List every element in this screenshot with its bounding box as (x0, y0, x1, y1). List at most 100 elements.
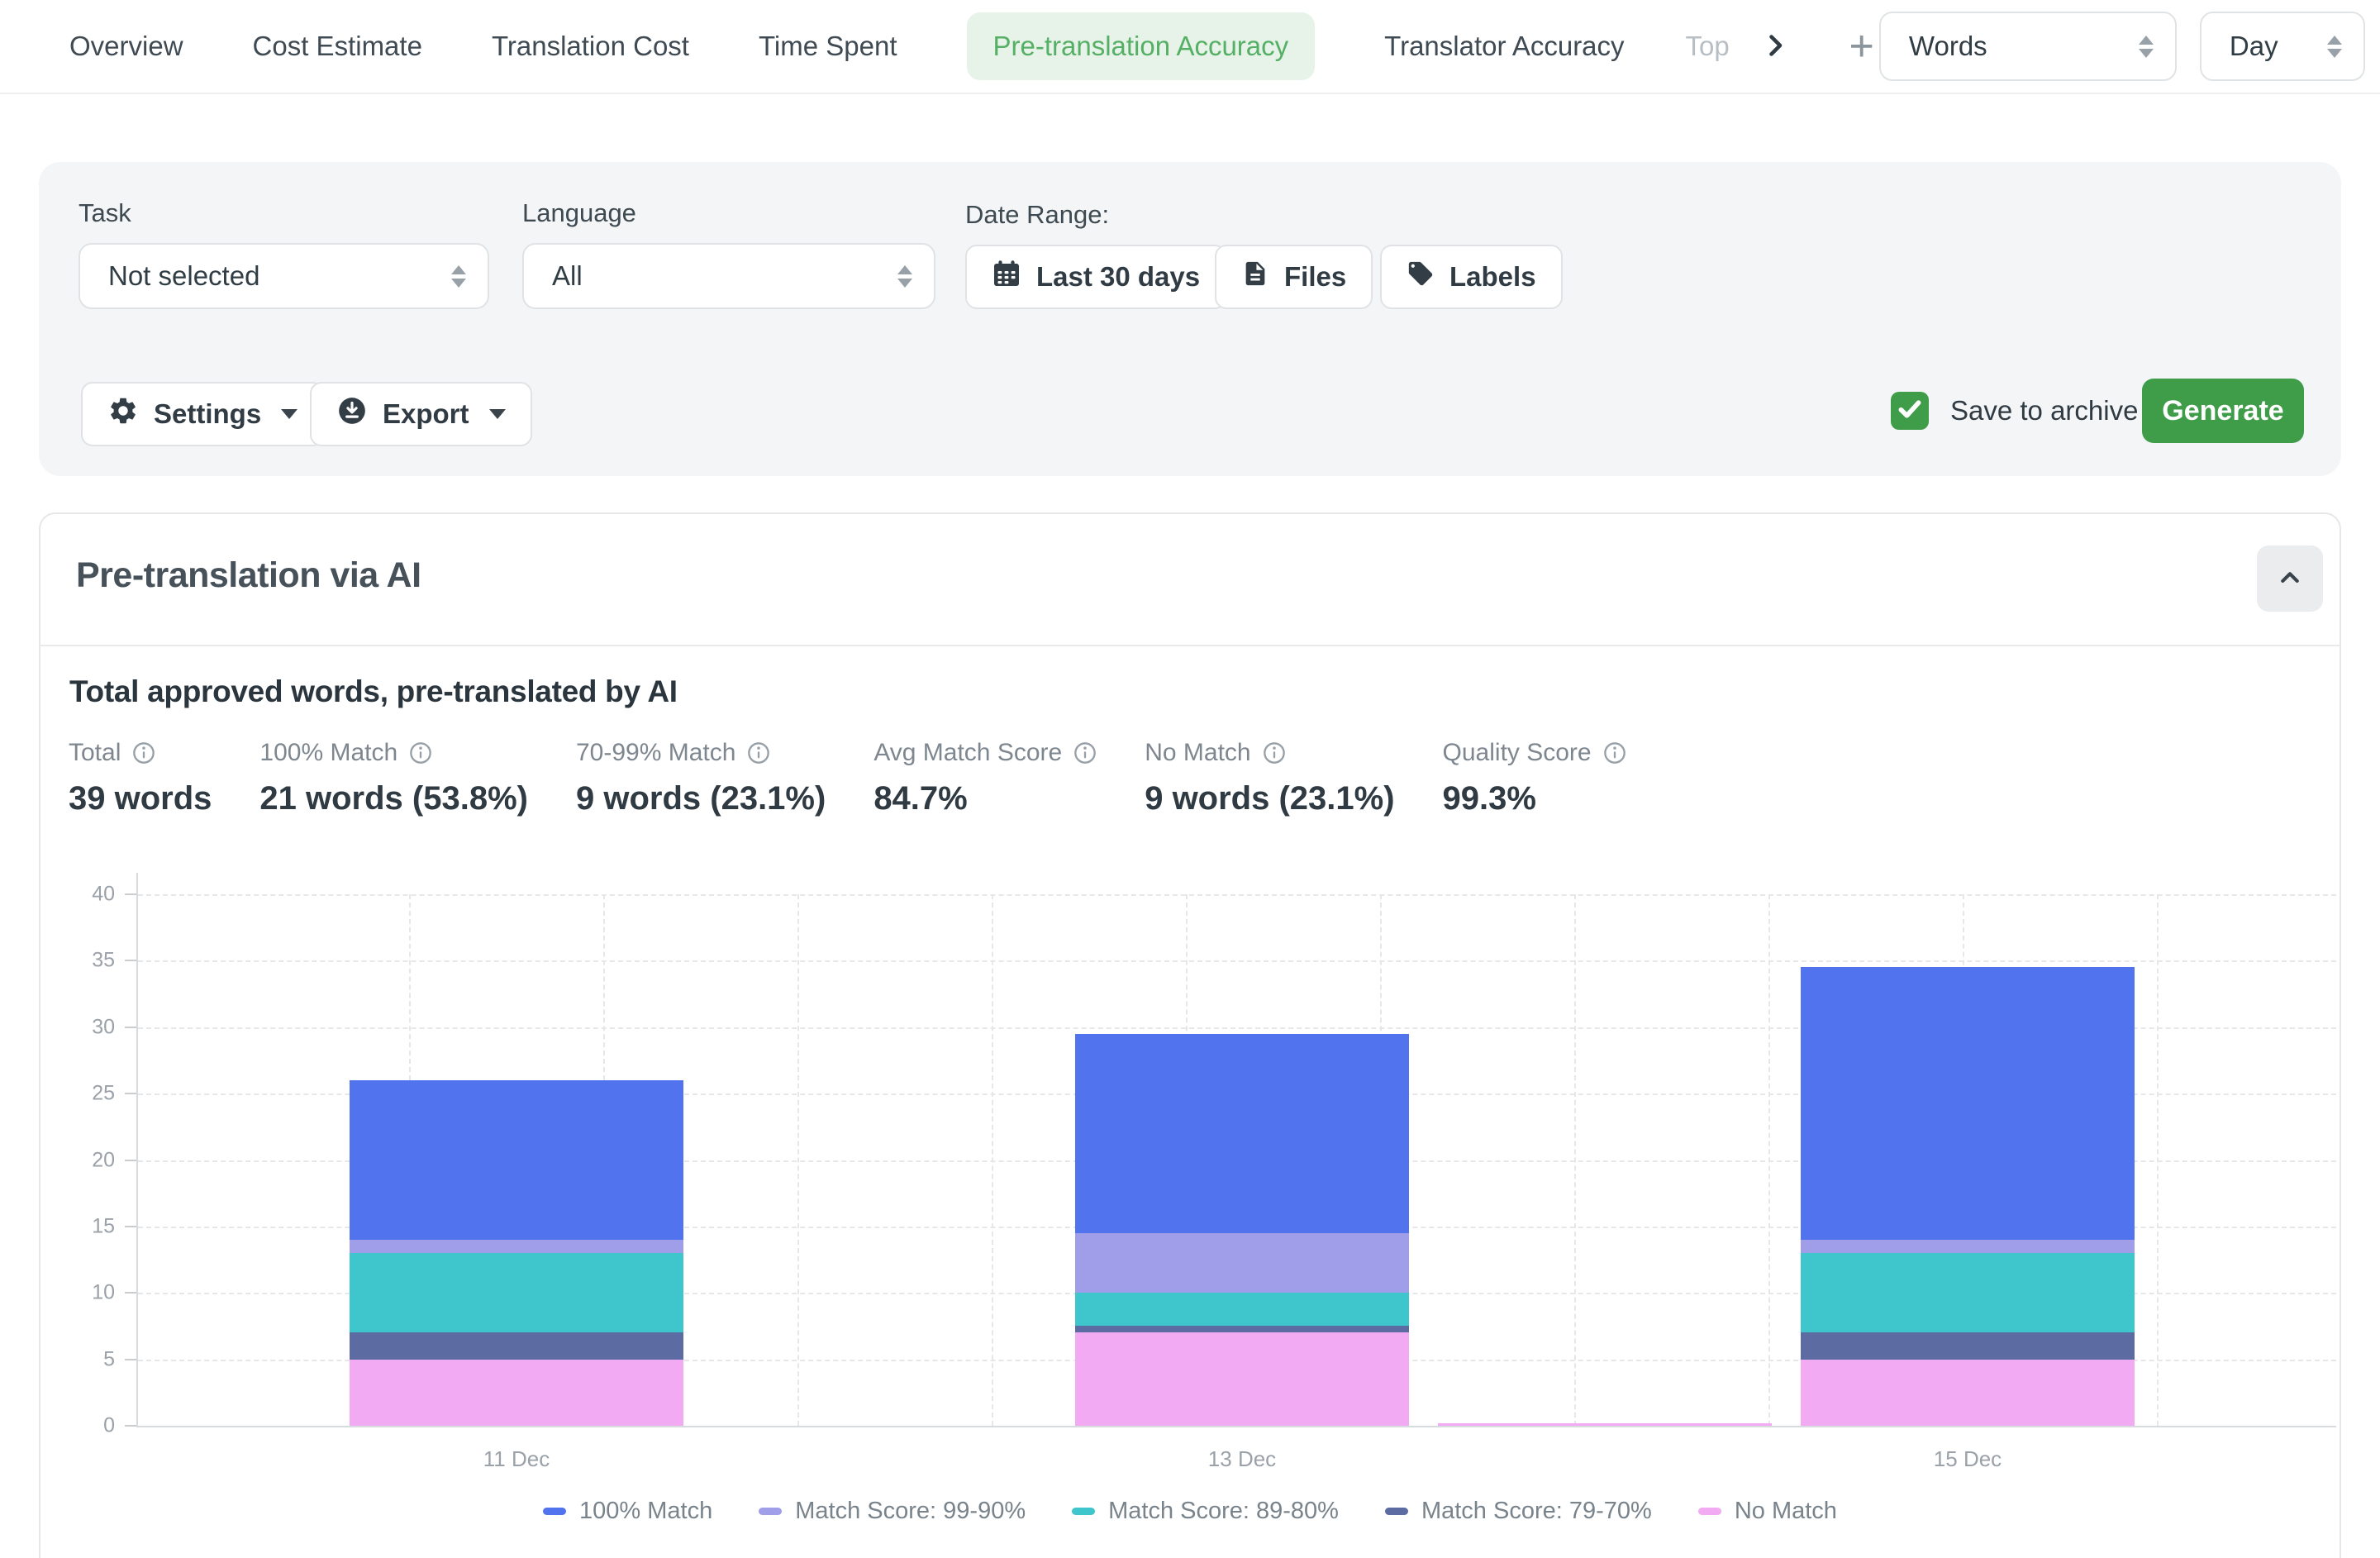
filter-panel: Task Not selected Language All Date Rang… (39, 162, 2341, 476)
info-icon[interactable] (1603, 741, 1626, 765)
check-icon (1896, 395, 1924, 427)
legend-marker-match-score-89-80 (1072, 1508, 1095, 1515)
legend-marker-match-score-79-70 (1385, 1508, 1408, 1515)
select-arrows-icon (2327, 36, 2342, 58)
legend-item-match-score-99-90[interactable]: Match Score: 99-90% (759, 1498, 1026, 1525)
bar-11-dec-match-score-79-70[interactable] (350, 1332, 683, 1359)
tab-translator-accuracy[interactable]: Translator Accuracy (1384, 31, 1624, 62)
bar-13-dec-no-match[interactable] (1075, 1332, 1409, 1426)
task-select-value: Not selected (108, 260, 259, 292)
tab-pre-translation-accuracy[interactable]: Pre-translation Accuracy (967, 12, 1316, 80)
file-icon (1241, 260, 1269, 294)
labels-button[interactable]: Labels (1380, 245, 1563, 309)
tab-overview[interactable]: Overview (69, 31, 183, 62)
settings-button[interactable]: Settings (81, 382, 324, 446)
stat-label-row: 100% Match (259, 739, 528, 767)
gear-icon (107, 395, 139, 433)
y-axis-tick-20: 20 (65, 1148, 115, 1172)
top-selects: Words Day (1879, 12, 2365, 81)
tab-cost-estimate[interactable]: Cost Estimate (253, 31, 422, 62)
date-range-button[interactable]: Last 30 days (965, 245, 1226, 309)
collapse-card-button[interactable] (2257, 546, 2323, 612)
stat-label: Avg Match Score (873, 739, 1062, 767)
info-icon[interactable] (1073, 741, 1097, 765)
files-button[interactable]: Files (1215, 245, 1373, 309)
y-axis-tick-35: 35 (65, 949, 115, 973)
stat-label: 70-99% Match (576, 739, 735, 767)
bar-11-dec-no-match[interactable] (350, 1360, 683, 1426)
unit-select-value: Words (1909, 31, 1987, 62)
bar-15-dec-no-match[interactable] (1801, 1360, 2135, 1426)
stat-100-match: 100% Match21 words (53.8%) (259, 739, 528, 817)
tabs-scroll-right-button[interactable] (1760, 31, 1790, 63)
stat-label-row: 70-99% Match (576, 739, 826, 767)
language-select[interactable]: All (522, 243, 935, 309)
legend-item-match-score-79-70[interactable]: Match Score: 79-70% (1385, 1498, 1652, 1525)
tab-overflow: Top + (1686, 24, 1879, 69)
bar-13-dec-match-score-79-70[interactable] (1075, 1326, 1409, 1332)
gridline-y-40 (138, 894, 2336, 896)
bar-11-dec-match-score-89-80[interactable] (350, 1253, 683, 1332)
legend-item-100-match[interactable]: 100% Match (543, 1498, 712, 1525)
stat-value: 99.3% (1443, 780, 1626, 817)
date-range-label: Date Range: (965, 200, 1109, 230)
stat-label-row: Avg Match Score (873, 739, 1097, 767)
legend-label: Match Score: 99-90% (795, 1498, 1026, 1525)
info-icon[interactable] (132, 741, 155, 765)
tag-icon (1407, 260, 1435, 294)
y-axis-tick-15: 15 (65, 1214, 115, 1238)
task-select[interactable]: Not selected (79, 243, 489, 309)
stat-label-row: No Match (1145, 739, 1394, 767)
stat-no-match: No Match9 words (23.1%) (1145, 739, 1394, 817)
legend-item-no-match[interactable]: No Match (1698, 1498, 1837, 1525)
y-axis-tickmark (125, 893, 136, 895)
generate-button[interactable]: Generate (2142, 379, 2304, 443)
language-select-value: All (552, 260, 583, 292)
info-icon[interactable] (1263, 741, 1286, 765)
bar-15-dec-match-score-89-80[interactable] (1801, 1253, 2135, 1332)
y-axis-tickmark (125, 1292, 136, 1294)
bar-15-dec-match-score-79-70[interactable] (1801, 1332, 2135, 1359)
info-icon[interactable] (409, 741, 432, 765)
x-axis-tick-15-dec: 15 Dec (1934, 1446, 2002, 1472)
y-axis-tickmark (125, 1425, 136, 1427)
export-button[interactable]: Export (310, 382, 532, 446)
legend-item-match-score-89-80[interactable]: Match Score: 89-80% (1072, 1498, 1339, 1525)
bar-13-dec-match-score-99-90[interactable] (1075, 1233, 1409, 1293)
gridline-x (1768, 894, 1770, 1426)
y-axis-tickmark (125, 1226, 136, 1227)
unit-select[interactable]: Words (1879, 12, 2177, 81)
caret-down-icon (281, 409, 298, 419)
stat-value: 84.7% (873, 780, 1097, 817)
stat-value: 39 words (69, 780, 212, 817)
stat-total: Total39 words (69, 739, 212, 817)
select-arrows-icon (2139, 36, 2154, 58)
caret-down-icon (489, 409, 506, 419)
tab-bar: Overview Cost Estimate Translation Cost Tim… (0, 0, 2380, 94)
chart-section-title: Total approved words, pre-translated by … (69, 674, 678, 709)
bar-15-dec-match-score-99-90[interactable] (1801, 1240, 2135, 1253)
add-tab-button[interactable]: + (1844, 24, 1879, 69)
tab-translation-cost[interactable]: Translation Cost (492, 31, 689, 62)
chevron-up-icon (2274, 562, 2306, 596)
gridline-x (797, 894, 799, 1426)
save-to-archive-checkbox[interactable] (1891, 392, 1929, 430)
legend-label: Match Score: 89-80% (1108, 1498, 1339, 1525)
dashboard-page: Overview Cost Estimate Translation Cost Tim… (0, 0, 2380, 1558)
y-axis-tickmark (125, 1160, 136, 1161)
stat-label: 100% Match (259, 739, 397, 767)
bar-13-dec-100-match[interactable] (1075, 1034, 1409, 1233)
period-select[interactable]: Day (2200, 12, 2365, 81)
stat-value: 9 words (23.1%) (576, 780, 826, 817)
bar-11-dec-match-score-99-90[interactable] (350, 1240, 683, 1253)
tab-top-partial[interactable]: Top (1686, 31, 1739, 62)
info-icon[interactable] (747, 741, 770, 765)
gridline-x (1574, 894, 1576, 1426)
save-to-archive-toggle[interactable]: Save to archive (1891, 392, 2138, 430)
y-axis-tickmark (125, 1027, 136, 1028)
bar-11-dec-100-match[interactable] (350, 1080, 683, 1240)
bar-13-dec-match-score-89-80[interactable] (1075, 1293, 1409, 1326)
bar-15-dec-100-match[interactable] (1801, 967, 2135, 1240)
labels-button-label: Labels (1449, 261, 1536, 293)
tab-time-spent[interactable]: Time Spent (759, 31, 897, 62)
